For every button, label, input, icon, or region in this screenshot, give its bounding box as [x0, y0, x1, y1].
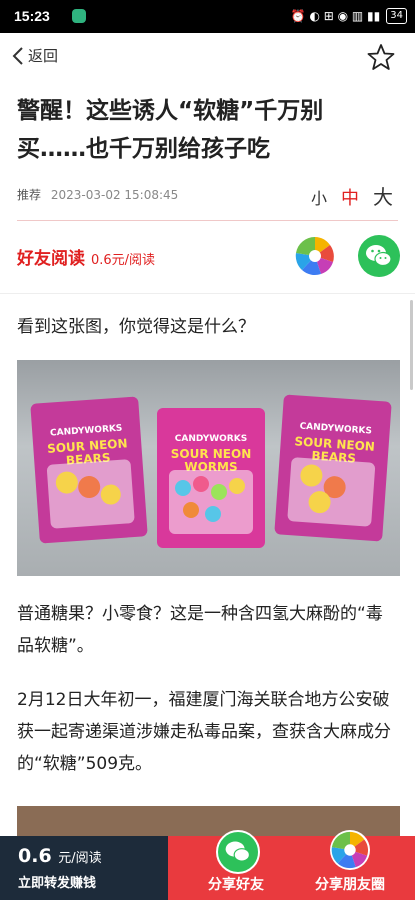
bag-window [169, 470, 253, 534]
wechat-bubbles-icon [366, 245, 392, 267]
moments-pinwheel-icon [330, 830, 370, 870]
candy [193, 476, 209, 492]
candy [211, 484, 227, 500]
candy [307, 490, 332, 514]
candy [299, 463, 324, 488]
favorite-star-icon[interactable] [367, 43, 395, 71]
status-bar: 15:23 ⏰ ◐ ⊞ ◉ ▥ ▮▮ 34 [0, 0, 415, 33]
bag-window [287, 457, 376, 527]
friend-read-price: 0.6元/阅读 [91, 253, 156, 268]
candy [55, 470, 79, 495]
share-actions: 分享好友 分享朋友圈 [168, 830, 415, 900]
article-image-candy-bags[interactable]: CANDYWORKS SOUR NEON BEARS CANDYWORKS SO… [17, 360, 400, 576]
wechat-icon [216, 830, 260, 874]
top-nav: 返回 [0, 33, 415, 83]
status-icons: ⏰ ◐ ⊞ ◉ ▥ ▮▮ 34 [291, 8, 407, 24]
candy-bag: CANDYWORKS SOUR NEON BEARS [30, 396, 148, 544]
candy [205, 506, 221, 522]
divider [0, 293, 415, 294]
friend-read-row: 好友阅读 0.6元/阅读 [17, 244, 155, 269]
battery-icon: 34 [386, 8, 407, 24]
font-size-selector: 小 中 大 [311, 181, 393, 210]
scrollbar[interactable] [410, 300, 413, 390]
app-notification-icon [72, 9, 86, 23]
share-friend-button[interactable]: 分享好友 [176, 830, 296, 900]
candy-bag: CANDYWORKS SOUR NEON BEARS [274, 394, 392, 542]
candy [229, 478, 245, 494]
earn-subtitle: 立即转发赚钱 [18, 876, 97, 891]
status-time: 15:23 [14, 8, 50, 24]
back-label: 返回 [28, 47, 59, 65]
status-system-icons: ⏰ ◐ ⊞ ◉ ▥ ▮▮ [290, 9, 381, 23]
article-paragraph: 看到这张图，你觉得这是什么？ [17, 317, 255, 337]
bottom-share-bar: 0.6 元/阅读 立即转发赚钱 分享好友 分享朋友圈 [0, 830, 415, 900]
moments-pinwheel-icon[interactable] [294, 235, 336, 277]
article-paragraph: 普通糖果？小零食？这是一种含四氢大麻酚的“毒品软糖”。 [17, 604, 383, 656]
share-friend-label: 分享好友 [208, 877, 264, 893]
font-size-medium[interactable]: 中 [341, 184, 359, 210]
candy-bag: CANDYWORKS SOUR NEON WORMS [157, 408, 265, 548]
article-datetime: 2023-03-02 15:08:45 [50, 188, 179, 202]
earn-price-unit: 元/阅读 [58, 851, 102, 866]
article-paragraph: 2月12日大年初一，福建厦门海关联合地方公安破获一起寄递渠道涉嫌走私毒品案，查获… [17, 690, 391, 774]
friend-read-label: 好友阅读 [17, 249, 85, 269]
earn-price: 0.6 元/阅读 [18, 845, 102, 867]
chevron-left-icon [12, 46, 23, 65]
wechat-share-icon[interactable] [358, 235, 400, 277]
earn-info: 0.6 元/阅读 立即转发赚钱 [0, 836, 168, 900]
candy [100, 483, 122, 506]
article-title: 警醒！这些诱人“软糖”千万别买……也千万别给孩子吃 [17, 98, 324, 162]
candy [77, 475, 101, 499]
divider [17, 220, 398, 221]
share-moments-label: 分享朋友圈 [315, 877, 385, 893]
candy [183, 502, 199, 518]
earn-price-value: 0.6 [18, 845, 52, 867]
candy [175, 480, 191, 496]
share-moments-button[interactable]: 分享朋友圈 [290, 830, 410, 900]
article-tag: 推荐 [17, 188, 42, 202]
bag-brand: CANDYWORKS [174, 434, 248, 444]
bag-window [46, 459, 135, 529]
font-size-small[interactable]: 小 [311, 185, 327, 209]
font-size-large[interactable]: 大 [373, 181, 393, 210]
article-meta: 推荐 2023-03-02 15:08:45 [17, 186, 178, 203]
wechat-bubbles-icon [225, 841, 250, 862]
back-button[interactable]: 返回 [12, 45, 58, 66]
